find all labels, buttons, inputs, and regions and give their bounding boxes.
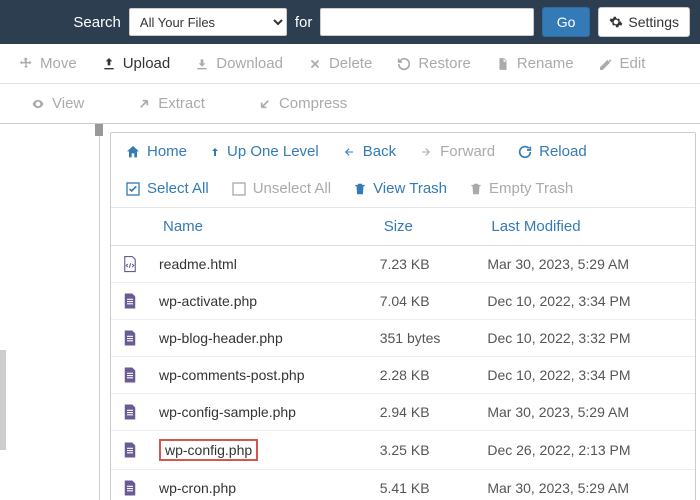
file-modified: Mar 30, 2023, 5:29 AM <box>477 246 695 283</box>
table-row[interactable]: wp-blog-header.php351 bytesDec 10, 2022,… <box>111 320 695 357</box>
search-label: Search <box>73 14 121 31</box>
up-one-level-button[interactable]: Up One Level <box>209 143 319 160</box>
edit-icon <box>598 56 614 72</box>
table-row[interactable]: wp-config.php 3.25 KBDec 26, 2022, 2:13 P… <box>111 431 695 470</box>
move-icon <box>18 56 34 72</box>
column-name[interactable]: Name <box>149 208 370 246</box>
back-arrow-icon <box>341 146 357 158</box>
file-modified: Dec 26, 2022, 2:13 PM <box>477 431 695 470</box>
table-row[interactable]: readme.html7.23 KBMar 30, 2023, 5:29 AM <box>111 246 695 283</box>
file-name: wp-comments-post.php <box>149 357 370 394</box>
file-name: wp-config-sample.php <box>149 394 370 431</box>
extract-button[interactable]: Extract <box>124 89 217 118</box>
file-modified: Dec 10, 2022, 3:32 PM <box>477 320 695 357</box>
file-icon <box>121 291 139 311</box>
main-area: Home Up One Level Back Forward Reload <box>0 124 700 500</box>
home-button[interactable]: Home <box>125 143 187 160</box>
file-size: 7.23 KB <box>370 246 478 283</box>
file-name: wp-cron.php <box>149 470 370 500</box>
secondary-toolbar: View Extract Compress <box>0 84 700 124</box>
move-button[interactable]: Move <box>6 49 89 78</box>
table-row[interactable]: wp-activate.php7.04 KBDec 10, 2022, 3:34… <box>111 283 695 320</box>
restore-icon <box>396 56 412 72</box>
file-name: readme.html <box>149 246 370 283</box>
table-row[interactable]: wp-config-sample.php2.94 KBMar 30, 2023,… <box>111 394 695 431</box>
trash-empty-icon <box>469 181 483 197</box>
table-row[interactable]: wp-comments-post.php2.28 KBDec 10, 2022,… <box>111 357 695 394</box>
upload-button[interactable]: Upload <box>89 49 183 78</box>
checkbox-empty-icon <box>231 181 247 197</box>
file-panel: Home Up One Level Back Forward Reload <box>100 124 700 500</box>
settings-label: Settings <box>628 14 679 30</box>
restore-button[interactable]: Restore <box>384 49 483 78</box>
rename-icon <box>495 56 511 72</box>
table-row[interactable]: wp-cron.php5.41 KBMar 30, 2023, 5:29 AM <box>111 470 695 500</box>
column-modified[interactable]: Last Modified <box>477 208 695 246</box>
file-icon <box>121 254 139 274</box>
file-name: wp-activate.php <box>149 283 370 320</box>
go-button[interactable]: Go <box>542 7 591 37</box>
forward-arrow-icon <box>418 146 434 158</box>
file-icon <box>121 478 139 498</box>
search-bar: Search All Your Files for Go Settings <box>0 0 700 44</box>
for-label: for <box>295 14 313 31</box>
nav-row-2: Select All Unselect All View Trash Empty… <box>111 170 695 207</box>
checkbox-checked-icon <box>125 181 141 197</box>
file-icon <box>121 440 139 460</box>
file-size: 3.25 KB <box>370 431 478 470</box>
delete-button[interactable]: Delete <box>295 49 384 78</box>
reload-button[interactable]: Reload <box>517 143 587 160</box>
file-name: wp-config.php <box>149 431 370 470</box>
home-icon <box>125 144 141 160</box>
file-icon <box>121 402 139 422</box>
file-modified: Mar 30, 2023, 5:29 AM <box>477 470 695 500</box>
settings-button[interactable]: Settings <box>598 7 690 37</box>
view-button[interactable]: View <box>18 89 96 118</box>
file-name: wp-blog-header.php <box>149 320 370 357</box>
view-icon <box>30 96 46 112</box>
extract-icon <box>136 96 152 112</box>
download-icon <box>194 56 210 72</box>
delete-icon <box>307 56 323 72</box>
download-button[interactable]: Download <box>182 49 295 78</box>
sidebar-scroll-hint <box>0 350 6 450</box>
forward-button[interactable]: Forward <box>418 143 495 160</box>
empty-trash-button[interactable]: Empty Trash <box>469 180 573 197</box>
file-icon <box>121 328 139 348</box>
file-table: Name Size Last Modified readme.html7.23 … <box>111 208 695 500</box>
back-button[interactable]: Back <box>341 143 396 160</box>
view-trash-button[interactable]: View Trash <box>353 180 447 197</box>
column-size[interactable]: Size <box>370 208 478 246</box>
file-size: 2.94 KB <box>370 394 478 431</box>
search-input[interactable] <box>320 8 533 36</box>
highlighted-file: wp-config.php <box>159 439 258 461</box>
nav-row-1: Home Up One Level Back Forward Reload <box>111 133 695 170</box>
up-arrow-icon <box>209 144 221 160</box>
rename-button[interactable]: Rename <box>483 49 586 78</box>
trash-icon <box>353 181 367 197</box>
file-modified: Mar 30, 2023, 5:29 AM <box>477 394 695 431</box>
upload-icon <box>101 56 117 72</box>
compress-icon <box>257 96 273 112</box>
unselect-all-button[interactable]: Unselect All <box>231 180 331 197</box>
search-scope-select[interactable]: All Your Files <box>129 8 287 36</box>
file-icon <box>121 365 139 385</box>
sidebar <box>0 124 100 500</box>
compress-button[interactable]: Compress <box>245 89 359 118</box>
select-all-button[interactable]: Select All <box>125 180 209 197</box>
file-modified: Dec 10, 2022, 3:34 PM <box>477 283 695 320</box>
edit-button[interactable]: Edit <box>586 49 658 78</box>
main-toolbar: Move Upload Download Delete Restore Rena… <box>0 44 700 84</box>
file-modified: Dec 10, 2022, 3:34 PM <box>477 357 695 394</box>
file-size: 2.28 KB <box>370 357 478 394</box>
gear-icon <box>609 15 623 29</box>
file-size: 7.04 KB <box>370 283 478 320</box>
reload-icon <box>517 144 533 160</box>
file-size: 5.41 KB <box>370 470 478 500</box>
file-size: 351 bytes <box>370 320 478 357</box>
